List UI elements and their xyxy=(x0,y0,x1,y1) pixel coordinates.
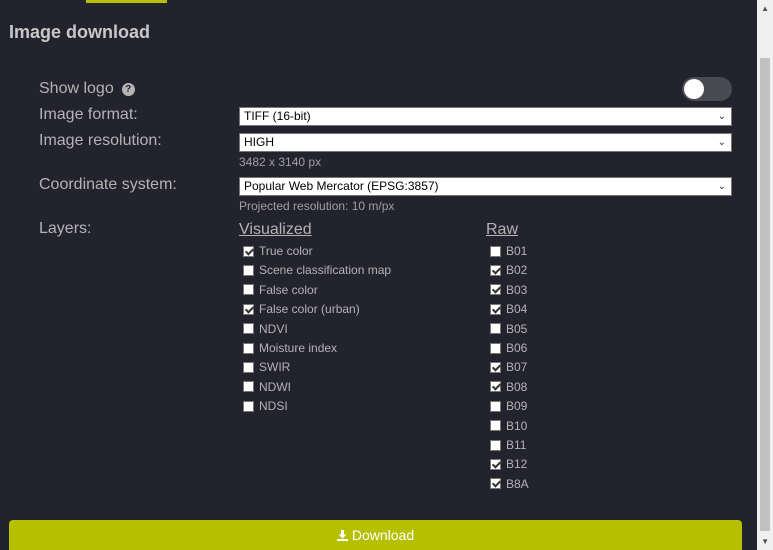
show-logo-label: Show logo? xyxy=(39,80,135,98)
raw-layer-item[interactable]: B11 xyxy=(490,437,526,453)
scroll-up-icon[interactable]: ▲ xyxy=(761,4,769,13)
raw-layer-item[interactable]: B02 xyxy=(490,262,527,278)
layer-checkbox[interactable] xyxy=(490,420,501,432)
layer-label: SWIR xyxy=(259,360,291,375)
layer-label: B09 xyxy=(506,399,528,414)
layer-checkbox[interactable] xyxy=(490,400,501,412)
coordinate-system-select[interactable]: Popular Web Mercator (EPSG:3857) ⌄ xyxy=(239,177,732,196)
image-format-label: Image format: xyxy=(39,106,138,123)
raw-layer-item[interactable]: B06 xyxy=(490,340,527,356)
layer-label: B11 xyxy=(506,438,527,452)
download-icon xyxy=(336,520,348,550)
toggle-knob xyxy=(684,79,704,99)
show-logo-text: Show logo xyxy=(39,80,114,97)
chevron-down-icon: ⌄ xyxy=(717,181,726,192)
layer-checkbox[interactable] xyxy=(490,323,501,335)
panel-title: Image download xyxy=(9,22,151,42)
raw-layer-item[interactable]: B01 xyxy=(490,243,527,259)
layer-label: B07 xyxy=(506,360,528,375)
image-resolution-select[interactable]: HIGH ⌄ xyxy=(239,133,732,152)
layer-checkbox[interactable] xyxy=(490,264,501,276)
layer-label: NDWI xyxy=(259,379,291,394)
layer-label: B01 xyxy=(506,244,528,258)
layer-label: Scene classification map xyxy=(259,263,392,278)
image-resolution-label: Image resolution: xyxy=(39,132,162,149)
layer-label: NDVI xyxy=(259,321,288,336)
raw-layer-item[interactable]: B04 xyxy=(490,301,527,317)
layer-label: B8A xyxy=(506,476,529,491)
layer-checkbox[interactable] xyxy=(243,342,254,354)
download-label: Download xyxy=(351,527,415,543)
visualized-layer-item[interactable]: NDVI xyxy=(243,321,288,337)
image-format-select[interactable]: TIFF (16-bit) ⌄ xyxy=(239,107,732,126)
layer-checkbox[interactable] xyxy=(490,361,501,373)
layer-label: B08 xyxy=(506,379,528,394)
layer-checkbox[interactable] xyxy=(490,284,501,296)
raw-layer-item[interactable]: B10 xyxy=(490,418,527,434)
show-logo-toggle[interactable] xyxy=(682,77,732,101)
layer-label: B05 xyxy=(506,321,528,336)
visualized-layer-item[interactable]: SWIR xyxy=(243,359,290,375)
visualized-layer-item[interactable]: Scene classification map xyxy=(243,262,391,278)
layer-checkbox[interactable] xyxy=(490,439,501,451)
layer-checkbox[interactable] xyxy=(490,458,501,470)
layer-label: False color xyxy=(259,282,318,297)
scrollbar[interactable]: ▲ ▼ xyxy=(757,0,773,550)
resolution-hint: 3482 x 3140 px xyxy=(239,155,322,169)
layer-checkbox[interactable] xyxy=(490,478,501,490)
layer-label: B06 xyxy=(506,341,528,355)
visualized-layer-item[interactable]: Moisture index xyxy=(243,340,337,356)
chevron-down-icon: ⌄ xyxy=(717,137,726,148)
help-icon[interactable]: ? xyxy=(121,83,135,96)
layer-checkbox[interactable] xyxy=(490,381,501,393)
layer-checkbox[interactable] xyxy=(243,381,254,393)
layer-label: B02 xyxy=(506,263,528,278)
layer-label: False color (urban) xyxy=(259,302,360,317)
image-resolution-value: HIGH xyxy=(244,135,274,149)
active-tab-indicator xyxy=(86,0,167,3)
visualized-layer-item[interactable]: True color xyxy=(243,243,313,259)
scroll-down-icon[interactable]: ▼ xyxy=(761,537,769,546)
raw-layer-item[interactable]: B07 xyxy=(490,359,527,375)
layer-checkbox[interactable] xyxy=(243,264,254,276)
coordinate-system-value: Popular Web Mercator (EPSG:3857) xyxy=(244,179,439,193)
layer-checkbox[interactable] xyxy=(490,303,501,315)
projected-resolution-hint: Projected resolution: 10 m/px xyxy=(239,199,395,213)
coordinate-system-label: Coordinate system: xyxy=(39,176,177,193)
visualized-layer-item[interactable]: False color (urban) xyxy=(243,301,360,317)
layers-label: Layers: xyxy=(39,220,92,237)
visualized-layer-item[interactable]: False color xyxy=(243,282,318,298)
raw-layer-item[interactable]: B08 xyxy=(490,379,527,395)
layer-checkbox[interactable] xyxy=(490,342,501,354)
layer-label: NDSI xyxy=(259,399,288,414)
raw-heading: Raw xyxy=(486,221,519,238)
raw-layer-item[interactable]: B03 xyxy=(490,282,527,298)
raw-layer-item[interactable]: B05 xyxy=(490,321,527,337)
layer-checkbox[interactable] xyxy=(243,323,254,335)
chevron-down-icon: ⌄ xyxy=(717,111,726,122)
layer-checkbox[interactable] xyxy=(243,245,254,257)
raw-layer-item[interactable]: B09 xyxy=(490,398,527,414)
raw-layer-item[interactable]: B8A xyxy=(490,476,529,492)
download-button[interactable]: Download xyxy=(9,520,742,550)
layer-checkbox[interactable] xyxy=(243,284,254,296)
layer-checkbox[interactable] xyxy=(490,245,501,257)
visualized-heading: Visualized xyxy=(239,221,312,238)
layer-label: B10 xyxy=(506,418,528,433)
layer-checkbox[interactable] xyxy=(243,361,254,373)
layer-checkbox[interactable] xyxy=(243,303,254,315)
layer-label: Moisture index xyxy=(259,341,338,355)
visualized-layer-item[interactable]: NDSI xyxy=(243,398,288,414)
visualized-layer-item[interactable]: NDWI xyxy=(243,379,291,395)
image-format-value: TIFF (16-bit) xyxy=(244,109,311,123)
layer-label: B12 xyxy=(506,457,528,472)
layer-label: B03 xyxy=(506,282,528,297)
raw-layer-item[interactable]: B12 xyxy=(490,456,527,472)
layer-label: True color xyxy=(259,244,313,258)
layer-label: B04 xyxy=(506,302,528,317)
layer-checkbox[interactable] xyxy=(243,400,254,412)
scrollbar-thumb[interactable] xyxy=(760,58,770,531)
